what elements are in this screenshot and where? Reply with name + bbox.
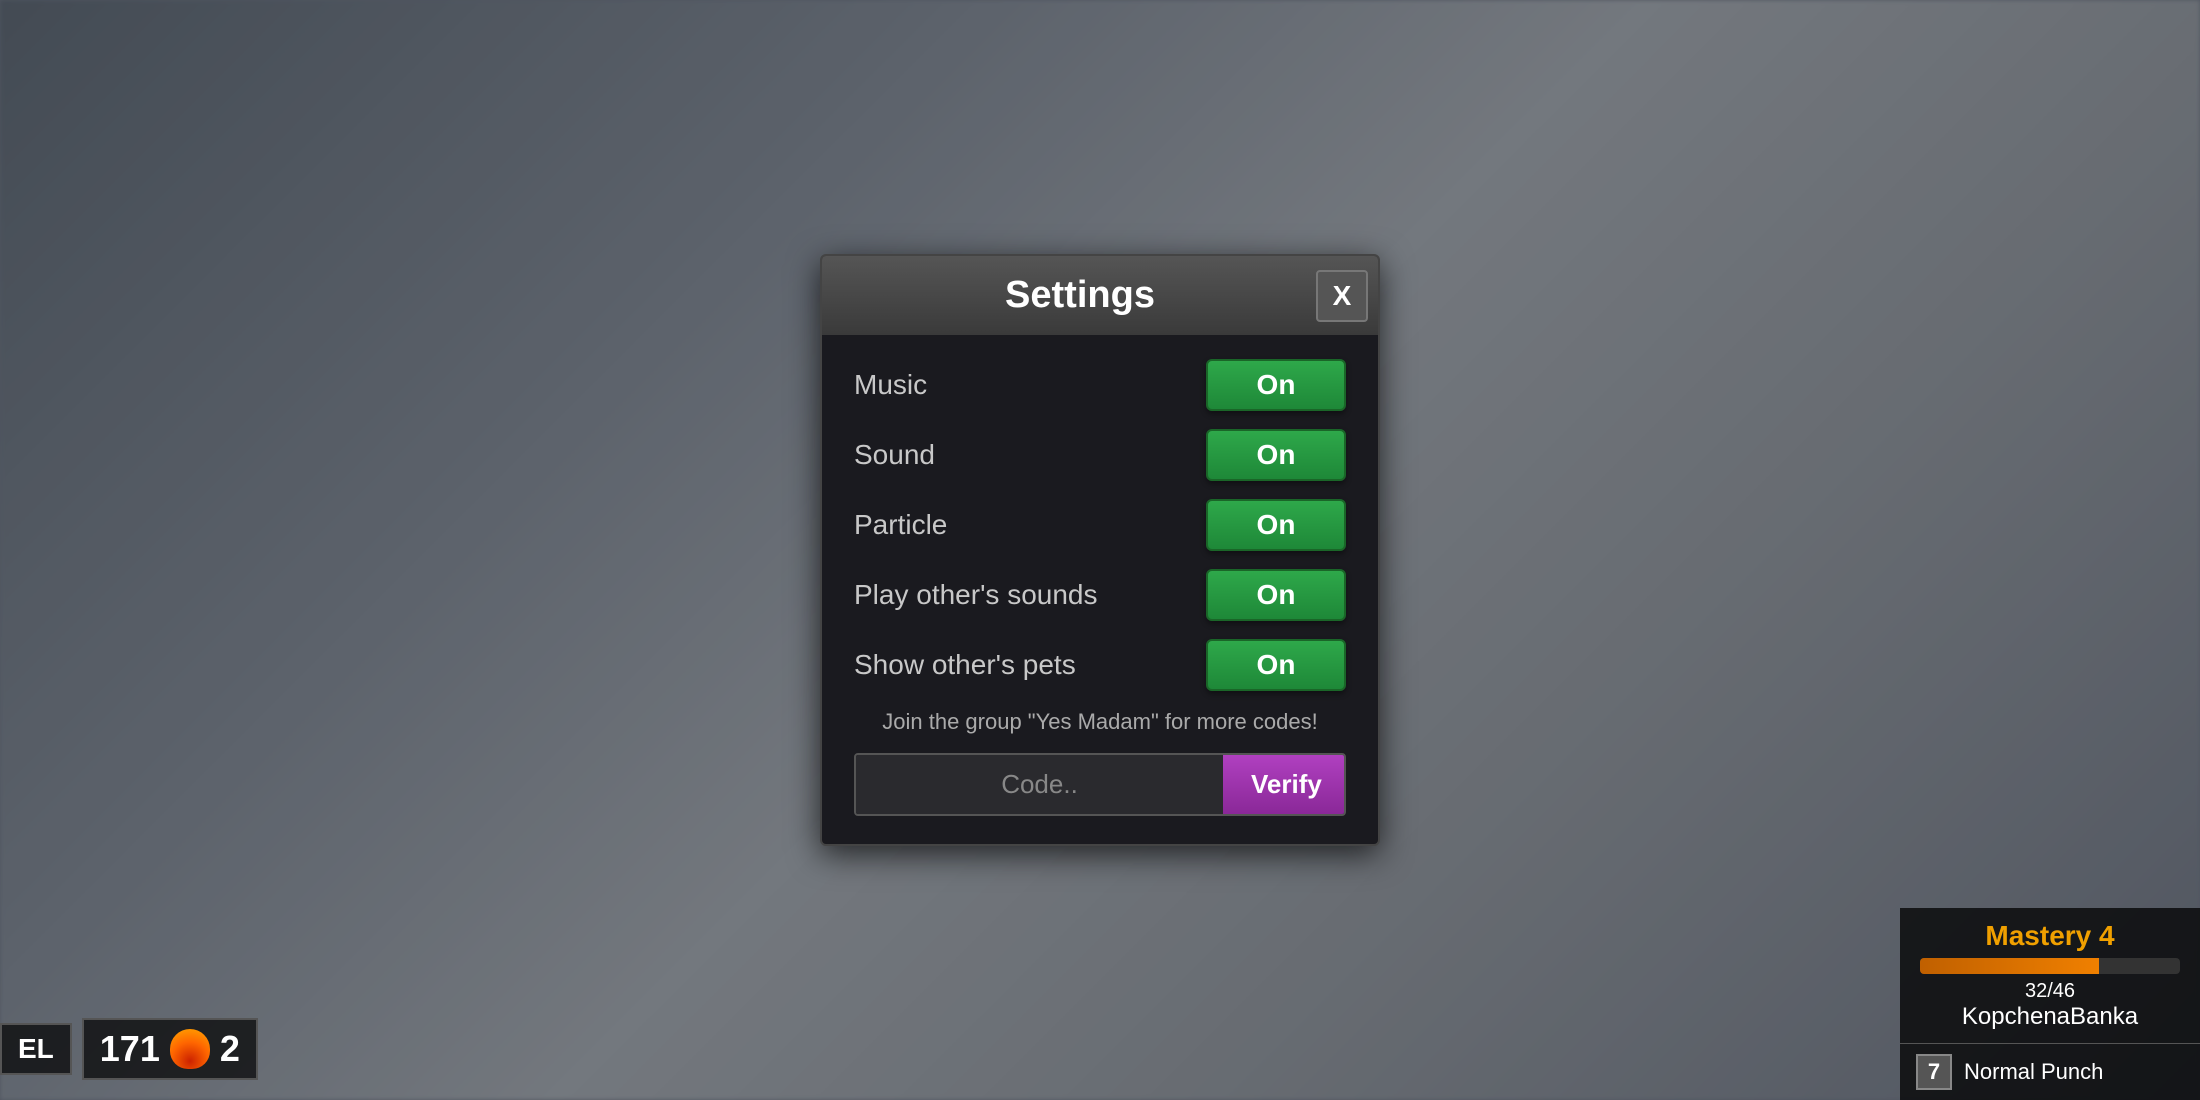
setting-label-sound: Sound bbox=[854, 439, 935, 471]
settings-dialog: Settings X Music On Sound On Particle On… bbox=[820, 254, 1380, 846]
group-message: Join the group "Yes Madam" for more code… bbox=[854, 709, 1346, 735]
close-button[interactable]: X bbox=[1316, 270, 1368, 322]
settings-row-sound: Sound On bbox=[854, 429, 1346, 481]
settings-header: Settings X bbox=[822, 256, 1378, 335]
setting-label-particle: Particle bbox=[854, 509, 947, 541]
settings-title: Settings bbox=[1005, 274, 1155, 317]
code-row: Verify bbox=[854, 753, 1346, 816]
toggle-particle[interactable]: On bbox=[1206, 499, 1346, 551]
setting-label-play-others-sounds: Play other's sounds bbox=[854, 579, 1097, 611]
toggle-play-others-sounds[interactable]: On bbox=[1206, 569, 1346, 621]
settings-row-play-others-sounds: Play other's sounds On bbox=[854, 569, 1346, 621]
settings-row-particle: Particle On bbox=[854, 499, 1346, 551]
settings-row-show-others-pets: Show other's pets On bbox=[854, 639, 1346, 691]
toggle-show-others-pets[interactable]: On bbox=[1206, 639, 1346, 691]
code-input[interactable] bbox=[856, 755, 1223, 814]
settings-body: Music On Sound On Particle On Play other… bbox=[822, 335, 1378, 844]
setting-label-show-others-pets: Show other's pets bbox=[854, 649, 1076, 681]
modal-overlay: Settings X Music On Sound On Particle On… bbox=[0, 0, 2200, 1100]
verify-button[interactable]: Verify bbox=[1223, 755, 1346, 814]
setting-label-music: Music bbox=[854, 369, 927, 401]
toggle-sound[interactable]: On bbox=[1206, 429, 1346, 481]
settings-row-music: Music On bbox=[854, 359, 1346, 411]
toggle-music[interactable]: On bbox=[1206, 359, 1346, 411]
